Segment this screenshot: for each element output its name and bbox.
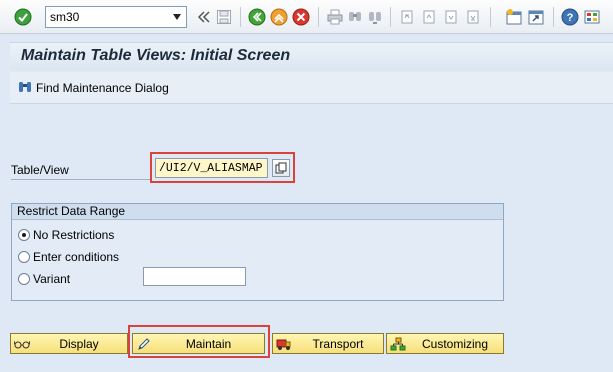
find-maintenance-dialog-label: Find Maintenance Dialog bbox=[36, 81, 169, 95]
restrict-data-range-group: Restrict Data Range No Restrictions Ente… bbox=[11, 203, 504, 301]
enter-icon[interactable] bbox=[14, 8, 32, 26]
command-dropdown-icon[interactable] bbox=[168, 7, 186, 27]
truck-icon bbox=[275, 336, 293, 352]
maintain-label: Maintain bbox=[185, 336, 232, 351]
glasses-icon bbox=[13, 336, 31, 352]
variant-label: Variant bbox=[33, 272, 71, 286]
find-maintenance-dialog-button[interactable]: Find Maintenance Dialog bbox=[18, 79, 169, 97]
svg-text:?: ? bbox=[567, 12, 574, 24]
restrict-data-range-title: Restrict Data Range bbox=[12, 204, 503, 220]
radio-button-selected[interactable] bbox=[18, 229, 30, 241]
next-page-icon[interactable] bbox=[442, 8, 460, 26]
table-view-label: Table/View bbox=[11, 162, 151, 180]
radio-no-restrictions[interactable]: No Restrictions bbox=[18, 227, 114, 243]
display-label: Display bbox=[59, 336, 99, 351]
system-toolbar: ? bbox=[0, 0, 613, 34]
no-restrictions-label: No Restrictions bbox=[33, 228, 115, 242]
application-toolbar: Find Maintenance Dialog bbox=[10, 72, 613, 104]
main-area: Table/View Restrict Data Range No Restri… bbox=[10, 105, 613, 372]
radio-variant[interactable]: Variant bbox=[18, 271, 70, 287]
print-icon[interactable] bbox=[326, 8, 344, 26]
save-icon[interactable] bbox=[215, 8, 233, 26]
previous-page-icon[interactable] bbox=[420, 8, 438, 26]
transport-label: Transport bbox=[312, 336, 364, 351]
pencil-icon bbox=[135, 336, 153, 352]
command-input[interactable] bbox=[46, 8, 164, 26]
radio-button[interactable] bbox=[18, 251, 30, 263]
command-field[interactable] bbox=[45, 6, 187, 28]
shortcut-icon[interactable] bbox=[527, 8, 545, 26]
table-view-input[interactable] bbox=[155, 158, 268, 178]
value-help-icon[interactable] bbox=[272, 159, 290, 177]
radio-button[interactable] bbox=[18, 273, 30, 285]
find-icon[interactable] bbox=[346, 8, 364, 26]
maintain-button[interactable]: Maintain bbox=[132, 333, 265, 354]
exit-icon[interactable] bbox=[270, 8, 288, 26]
chevron-left-double-icon[interactable] bbox=[195, 8, 213, 26]
customizing-label: Customizing bbox=[421, 336, 489, 351]
back-icon[interactable] bbox=[248, 8, 266, 26]
first-page-icon[interactable] bbox=[398, 8, 416, 26]
binoculars-icon bbox=[18, 80, 32, 97]
variant-input[interactable] bbox=[143, 267, 246, 286]
enter-conditions-label: Enter conditions bbox=[33, 250, 120, 264]
help-icon[interactable]: ? bbox=[561, 8, 579, 26]
display-button[interactable]: Display bbox=[10, 333, 128, 354]
create-session-icon[interactable] bbox=[505, 8, 523, 26]
customizing-button[interactable]: Customizing bbox=[386, 333, 504, 354]
hierarchy-icon bbox=[389, 336, 407, 352]
cancel-icon[interactable] bbox=[292, 8, 310, 26]
transport-button[interactable]: Transport bbox=[272, 333, 384, 354]
customize-layout-icon[interactable] bbox=[583, 8, 601, 26]
page-title: Maintain Table Views: Initial Screen bbox=[21, 47, 291, 64]
radio-enter-conditions[interactable]: Enter conditions bbox=[18, 249, 119, 265]
last-page-icon[interactable] bbox=[464, 8, 482, 26]
find-next-icon[interactable] bbox=[366, 8, 384, 26]
title-bar: Maintain Table Views: Initial Screen bbox=[10, 42, 613, 70]
